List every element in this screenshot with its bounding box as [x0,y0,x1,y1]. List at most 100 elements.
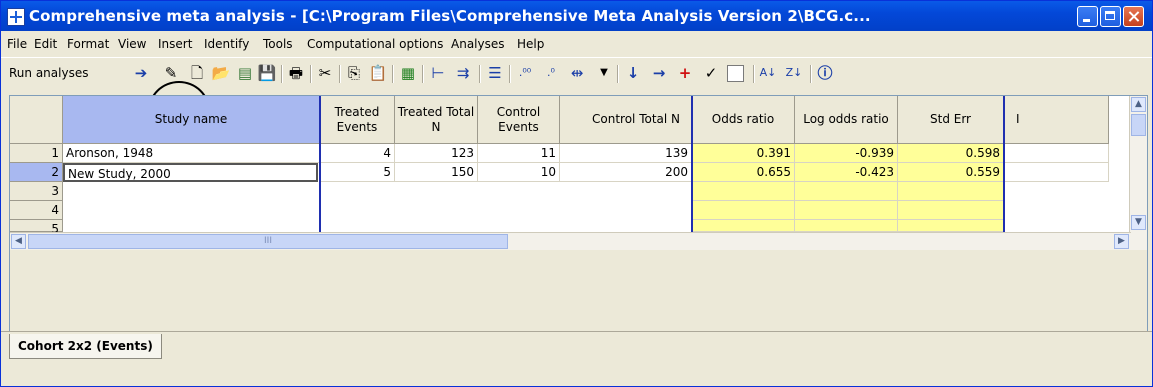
cell-control-events[interactable]: 10 [478,163,560,182]
checkbox-icon[interactable] [727,65,744,82]
toolbar: Run analyses ➔ ✎ 🗋 📂 ▤ 💾 🖶 ✂ ⎘ 📋 ▦ ⊢ ⇉ ☰… [1,57,1152,90]
column-header-i[interactable]: I [1004,96,1109,144]
scroll-right-icon[interactable]: ▶ [1114,234,1129,249]
column-header-control-events[interactable]: Control Events [478,96,560,144]
toolbar-separator [422,65,424,83]
cell-treated-total[interactable]: 123 [395,144,478,163]
menu-bar: File Edit Format View Insert Identify To… [1,34,1152,54]
data-grid[interactable]: Study name Treated Events Treated Total … [9,95,1148,349]
main-window: Comprehensive meta analysis - [C:\Progra… [0,0,1153,387]
column-header-treated-total[interactable]: Treated Total N [395,96,478,144]
cut-icon[interactable]: ✂ [315,63,335,83]
title-bar[interactable]: Comprehensive meta analysis - [C:\Progra… [1,1,1152,31]
cell-odds-ratio[interactable] [692,182,795,201]
cell-treated-events[interactable]: 5 [320,163,395,182]
menu-insert[interactable]: Insert [158,37,192,51]
cell-log-odds-ratio[interactable] [795,201,898,220]
row-number[interactable]: 1 [10,144,63,163]
column-header-log-odds-ratio[interactable]: Log odds ratio [795,96,898,144]
cell-i[interactable] [1004,163,1109,182]
toolbar-separator [479,65,481,83]
cell-odds-ratio[interactable]: 0.655 [692,163,795,182]
column-header-study-name[interactable]: Study name [63,96,320,144]
open-data-icon[interactable]: ▤ [235,63,255,83]
run-analyses-button[interactable]: Run analyses [9,66,88,80]
paste-icon[interactable]: 📋 [368,63,388,83]
column-header-std-err[interactable]: Std Err [898,96,1004,144]
tab-cohort-2x2-events[interactable]: Cohort 2x2 (Events) [9,334,162,359]
arrow-right-icon[interactable]: ➔ [131,63,151,83]
arrow-right-blue-icon[interactable]: → [649,63,669,83]
horizontal-scrollbar[interactable]: ◀ III ▶ [10,232,1131,250]
column-header-treated-events[interactable]: Treated Events [320,96,395,144]
scroll-thumb-horizontal[interactable]: III [28,234,508,249]
dropdown-icon[interactable]: ▼ [594,63,614,83]
row-number[interactable]: 3 [10,182,63,201]
cell-study-name[interactable]: New Study, 2000 [63,163,318,182]
cell-study-name[interactable]: Aronson, 1948 [63,144,320,163]
cell-treated-events[interactable]: 4 [320,144,395,163]
cell-log-odds-ratio[interactable]: -0.423 [795,163,898,182]
column-width-icon[interactable]: ⇹ [567,63,587,83]
cell-std-err[interactable] [898,220,1004,232]
check-icon[interactable]: ✓ [701,63,721,83]
info-icon[interactable]: ⓘ [815,63,835,83]
menu-identify[interactable]: Identify [204,37,249,51]
cell-control-total[interactable]: 139 [560,144,692,163]
save-icon[interactable]: 💾 [257,63,277,83]
column-header-control-total[interactable]: Control Total N [560,96,692,144]
menu-file[interactable]: File [7,37,27,51]
cell-std-err[interactable] [898,201,1004,220]
toolbar-separator [281,65,283,83]
decimal-increase-icon[interactable]: .⁰⁰ [515,63,535,83]
cell-log-odds-ratio[interactable]: -0.939 [795,144,898,163]
menu-edit[interactable]: Edit [34,37,57,51]
maximize-button[interactable] [1100,6,1121,27]
cell-control-events[interactable]: 11 [478,144,560,163]
menu-help[interactable]: Help [517,37,544,51]
column-header-odds-ratio[interactable]: Odds ratio [692,96,795,144]
scroll-down-icon[interactable]: ▼ [1131,215,1146,230]
cell-std-err[interactable]: 0.598 [898,144,1004,163]
row-number[interactable]: 5 [10,220,63,236]
cell-odds-ratio[interactable] [692,201,795,220]
scroll-up-icon[interactable]: ▲ [1131,97,1146,112]
scroll-thumb[interactable] [1131,114,1146,136]
open-folder-icon[interactable]: 📂 [211,63,231,83]
cell-std-err[interactable]: 0.559 [898,163,1004,182]
cell-i[interactable] [1004,144,1109,163]
wizard-icon[interactable]: ▦ [398,63,418,83]
menu-view[interactable]: View [118,37,146,51]
plus-red-icon[interactable]: + [675,63,695,83]
new-file-icon[interactable]: 🗋 [187,63,207,83]
close-button[interactable] [1123,6,1144,27]
menu-analyses[interactable]: Analyses [451,37,505,51]
toolbar-separator [617,65,619,83]
sort-desc-icon[interactable]: Z↓ [784,63,804,83]
menu-computational-options[interactable]: Computational options [307,37,443,51]
toolbar-separator [310,65,312,83]
sort-asc-icon[interactable]: A↓ [758,63,778,83]
align-icon[interactable]: ☰ [485,63,505,83]
decimal-decrease-icon[interactable]: .⁰ [541,63,561,83]
indent-left-icon[interactable]: ⊢ [428,63,448,83]
window-title: Comprehensive meta analysis - [C:\Progra… [29,7,871,25]
cell-odds-ratio[interactable]: 0.391 [692,144,795,163]
menu-format[interactable]: Format [67,37,109,51]
arrow-down-icon[interactable]: ↓ [623,63,643,83]
minimize-button[interactable] [1077,6,1098,27]
print-icon[interactable]: 🖶 [286,63,306,83]
cell-control-total[interactable]: 200 [560,163,692,182]
indent-right-icon[interactable]: ⇉ [453,63,473,83]
scroll-left-icon[interactable]: ◀ [11,234,26,249]
cell-log-odds-ratio[interactable] [795,182,898,201]
row-number[interactable]: 4 [10,201,63,220]
row-number[interactable]: 2 [10,163,63,182]
cell-log-odds-ratio[interactable] [795,220,898,232]
cell-odds-ratio[interactable] [692,220,795,232]
cell-std-err[interactable] [898,182,1004,201]
copy-icon[interactable]: ⎘ [344,63,364,83]
pin-icon[interactable]: ✎ [161,63,181,83]
menu-tools[interactable]: Tools [263,37,293,51]
cell-treated-total[interactable]: 150 [395,163,478,182]
